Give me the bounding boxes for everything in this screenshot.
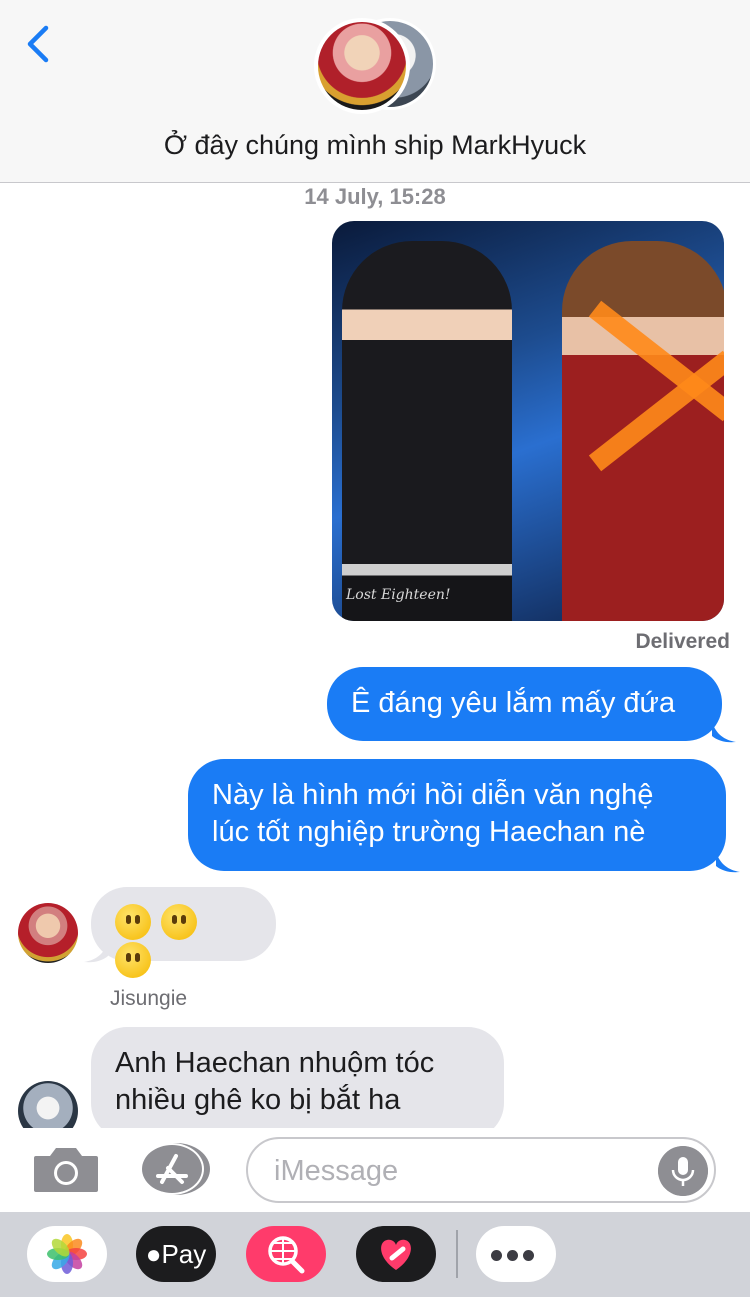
web-image-search-button[interactable] — [246, 1226, 326, 1282]
photos-app-button[interactable] — [27, 1226, 107, 1282]
member-avatar-primary — [314, 18, 410, 114]
imessage-field[interactable] — [246, 1137, 716, 1203]
imessage-app-drawer: ●Pay — [0, 1212, 750, 1297]
microphone-icon[interactable] — [658, 1146, 708, 1196]
message-text-line: nhiều ghê ko bị bắt ha — [115, 1084, 401, 1116]
outgoing-message[interactable]: Ê đáng yêu lắm mấy đứa — [327, 667, 722, 741]
app-store-icon[interactable] — [138, 1142, 212, 1196]
compose-bar — [0, 1128, 750, 1212]
incoming-message[interactable]: Anh Haechan nhuộm tóc nhiều ghê ko bị bắ… — [91, 1027, 504, 1139]
sender-avatar[interactable] — [18, 903, 78, 963]
bubble-tail — [712, 722, 736, 743]
photo-watermark: Lost Eighteen! — [346, 587, 451, 603]
more-dots-icon — [491, 1248, 539, 1266]
more-apps-button[interactable] — [476, 1226, 556, 1282]
conversation-title[interactable]: Ở đây chúng mình ship MarkHyuck — [0, 130, 750, 161]
bubble-tail — [84, 942, 108, 963]
message-text-line: Anh Haechan nhuộm tóc — [115, 1047, 435, 1079]
camera-icon[interactable] — [32, 1144, 100, 1194]
message-text: Ê đáng yêu lắm mấy đứa — [351, 687, 676, 719]
outgoing-message[interactable]: Này là hình mới hồi diễn văn nghệ lúc tố… — [188, 759, 726, 871]
bubble-tail — [716, 852, 740, 873]
message-input[interactable] — [272, 1149, 656, 1193]
apple-pay-button[interactable]: ●Pay — [136, 1226, 216, 1282]
sender-name: Jisungie — [110, 987, 188, 1010]
apple-logo-icon: ● — [145, 1239, 162, 1269]
incoming-message[interactable] — [91, 887, 276, 978]
no-mouth-emoji-icon — [115, 904, 151, 941]
apple-pay-label: Pay — [161, 1239, 207, 1269]
conversation-header: Ở đây chúng mình ship MarkHyuck — [0, 0, 750, 183]
no-mouth-emoji-icon — [161, 904, 197, 941]
photos-icon — [47, 1234, 87, 1274]
message-timestamp: 14 July, 15:28 — [304, 184, 446, 209]
drawer-divider — [456, 1230, 458, 1278]
message-text-line: lúc tốt nghiệp trường Haechan nè — [212, 816, 646, 848]
group-avatar[interactable] — [314, 18, 440, 114]
message-text-line: Này là hình mới hồi diễn văn nghệ — [212, 779, 654, 811]
heart-touch-icon — [381, 1239, 411, 1270]
digital-touch-button[interactable] — [356, 1226, 436, 1282]
delivered-status: Delivered — [635, 630, 730, 653]
photo-message[interactable]: Lost Eighteen! — [332, 221, 724, 621]
globe-search-icon — [268, 1236, 305, 1274]
back-chevron-icon[interactable] — [22, 22, 58, 66]
no-mouth-emoji-icon — [115, 941, 151, 978]
